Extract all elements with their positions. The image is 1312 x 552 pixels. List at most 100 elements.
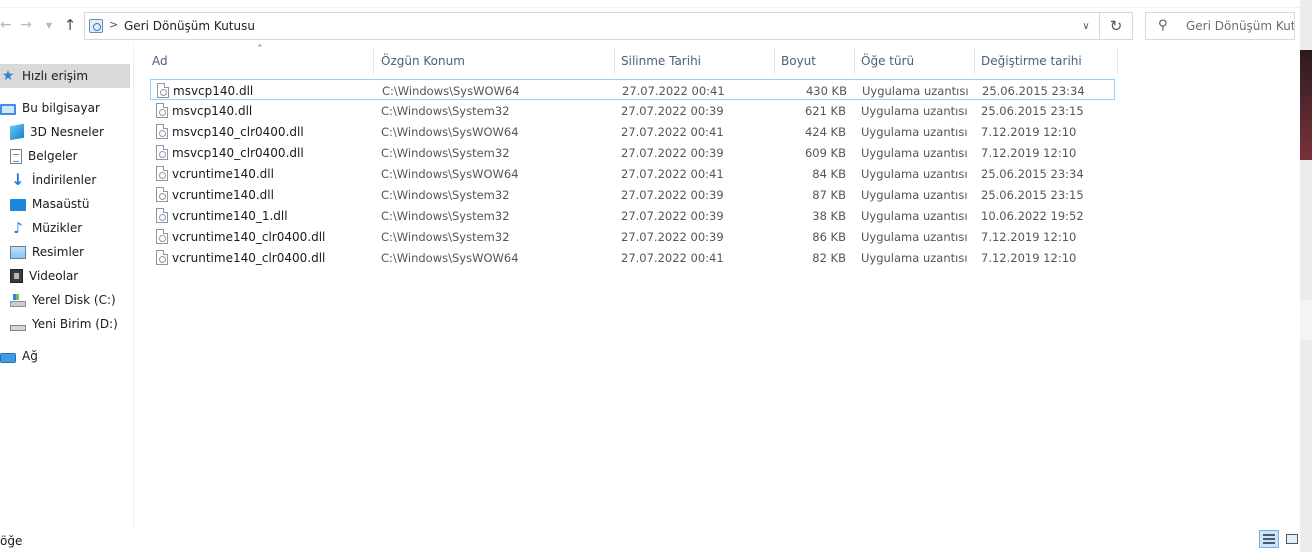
sidebar-item-label: 3D Nesneler — [30, 125, 104, 139]
table-row[interactable]: vcruntime140.dll C:\Windows\SysWOW64 27.07… — [150, 163, 1115, 184]
column-headers: ⌃ Ad Özgün Konum Silinme Tarihi Boyut Öğ… — [146, 44, 1118, 74]
search-box[interactable]: ⚲ Geri Dönüşüm Kut... — [1145, 12, 1295, 40]
table-row[interactable]: msvcp140_clr0400.dll C:\Windows\System32 2… — [150, 142, 1115, 163]
search-icon: ⚲ — [1158, 18, 1168, 33]
file-original-location: C:\Windows\SysWOW64 — [382, 83, 520, 98]
sidebar-item-music[interactable]: ♪ Müzikler — [0, 216, 130, 240]
file-original-location: C:\Windows\System32 — [381, 187, 510, 202]
column-header-size[interactable]: Boyut — [775, 48, 855, 74]
table-row[interactable]: msvcp140_clr0400.dll C:\Windows\SysWOW64 2… — [150, 121, 1115, 142]
file-original-location: C:\Windows\System32 — [381, 229, 510, 244]
recycle-bin-icon — [89, 19, 103, 33]
table-row[interactable]: msvcp140.dll C:\Windows\SysWOW64 27.07.202… — [150, 79, 1115, 100]
address-path[interactable]: Geri Dönüşüm Kutusu — [124, 19, 255, 33]
path-separator-icon[interactable]: > — [109, 18, 118, 31]
file-size: 621 KB — [804, 103, 846, 118]
file-item-type: Uygulama uzantısı — [861, 187, 968, 202]
dll-file-icon — [156, 124, 168, 139]
refresh-button[interactable]: ↻ — [1100, 12, 1133, 40]
file-explorer-window: ← → ▼ ↑ > Geri Dönüşüm Kutusu ∨ ↻ ⚲ Geri… — [0, 0, 1312, 552]
sidebar-item-label: Hızlı erişim — [22, 69, 89, 83]
table-row[interactable]: vcruntime140_clr0400.dll C:\Windows\SysWO… — [150, 247, 1115, 268]
sidebar-item-videos[interactable]: Videolar — [0, 264, 130, 288]
file-date-modified: 10.06.2022 19:52 — [981, 208, 1084, 223]
star-icon: ★ — [1, 68, 15, 84]
file-size: 86 KB — [812, 229, 846, 244]
file-name[interactable]: vcruntime140_1.dll — [172, 205, 372, 226]
file-size: 430 KB — [805, 83, 847, 98]
table-row[interactable]: vcruntime140_clr0400.dll C:\Windows\Syste… — [150, 226, 1115, 247]
sidebar-item-network[interactable]: Ağ — [0, 344, 130, 368]
file-date-modified: 7.12.2019 12:10 — [981, 145, 1077, 160]
table-row[interactable]: msvcp140.dll C:\Windows\System32 27.07.202… — [150, 100, 1115, 121]
column-header-item-type[interactable]: Öğe türü — [855, 48, 975, 74]
file-original-location: C:\Windows\System32 — [381, 145, 510, 160]
back-arrow-icon[interactable]: ← — [0, 8, 12, 42]
recent-locations-chevron-icon[interactable]: ▼ — [42, 8, 56, 42]
address-bar[interactable]: > Geri Dönüşüm Kutusu ∨ — [84, 12, 1100, 40]
file-date-modified: 7.12.2019 12:10 — [981, 250, 1077, 265]
file-name[interactable]: vcruntime140_clr0400.dll — [172, 247, 372, 268]
file-name[interactable]: msvcp140.dll — [173, 80, 373, 101]
column-header-date-deleted[interactable]: Silinme Tarihi — [615, 48, 775, 74]
document-icon — [10, 148, 22, 164]
file-original-location: C:\Windows\SysWOW64 — [381, 166, 519, 181]
file-size: 38 KB — [812, 208, 846, 223]
details-view-button[interactable] — [1259, 530, 1279, 548]
forward-arrow-icon[interactable]: → — [16, 8, 36, 42]
table-row[interactable]: vcruntime140.dll C:\Windows\System32 27.07… — [150, 184, 1115, 205]
address-dropdown-chevron-icon[interactable]: ∨ — [1073, 13, 1099, 39]
desktop-icon — [10, 199, 26, 211]
sidebar-item-local-disk-c[interactable]: Yerel Disk (C:) — [0, 288, 130, 312]
file-original-location: C:\Windows\System32 — [381, 208, 510, 223]
file-item-type: Uygulama uzantısı — [861, 250, 968, 265]
file-date-deleted: 27.07.2022 00:39 — [621, 208, 724, 223]
file-item-type: Uygulama uzantısı — [861, 103, 968, 118]
column-header-original-location[interactable]: Özgün Konum — [375, 48, 615, 74]
sidebar-item-label: Yerel Disk (C:) — [32, 293, 116, 307]
file-item-type: Uygulama uzantısı — [861, 229, 968, 244]
file-date-deleted: 27.07.2022 00:41 — [621, 166, 724, 181]
disk-icon — [10, 294, 26, 307]
sidebar-item-label: Masaüstü — [32, 197, 90, 211]
dll-file-icon — [157, 83, 169, 98]
file-item-type: Uygulama uzantısı — [861, 145, 968, 160]
sidebar-item-label: Ağ — [22, 349, 38, 363]
background-window-fragment — [1300, 50, 1312, 160]
file-size: 609 KB — [804, 145, 846, 160]
column-header-name[interactable]: Ad — [146, 48, 374, 74]
file-name[interactable]: msvcp140_clr0400.dll — [172, 142, 372, 163]
large-icons-view-button[interactable] — [1282, 530, 1302, 548]
sidebar-item-desktop[interactable]: Masaüstü — [0, 192, 130, 216]
sidebar-item-label: Videolar — [29, 269, 79, 283]
file-name[interactable]: msvcp140.dll — [172, 100, 372, 121]
file-name[interactable]: msvcp140_clr0400.dll — [172, 121, 372, 142]
sidebar-item-documents[interactable]: Belgeler — [0, 144, 130, 168]
up-arrow-icon[interactable]: ↑ — [60, 8, 80, 42]
sidebar-item-new-volume-d[interactable]: Yeni Birim (D:) — [0, 312, 130, 336]
file-name[interactable]: vcruntime140.dll — [172, 163, 372, 184]
sidebar-item-pictures[interactable]: Resimler — [0, 240, 130, 264]
dll-file-icon — [156, 103, 168, 118]
sidebar-item-label: Resimler — [32, 245, 85, 259]
music-icon: ♪ — [13, 219, 23, 237]
large-icons-view-icon — [1286, 534, 1298, 544]
status-item-count: öğe — [0, 534, 23, 548]
file-date-deleted: 27.07.2022 00:39 — [621, 103, 724, 118]
sidebar-item-downloads[interactable]: ↓ İndirilenler — [0, 168, 130, 192]
file-size: 424 KB — [804, 124, 846, 139]
table-row[interactable]: vcruntime140_1.dll C:\Windows\System32 27.… — [150, 205, 1115, 226]
file-name[interactable]: vcruntime140_clr0400.dll — [172, 226, 372, 247]
search-placeholder[interactable]: Geri Dönüşüm Kut... — [1186, 19, 1294, 33]
sidebar-item-this-pc[interactable]: Bu bilgisayar — [0, 96, 130, 120]
sidebar-item-quick-access[interactable]: ★ Hızlı erişim — [0, 64, 130, 88]
sidebar-item-3d-objects[interactable]: 3D Nesneler — [0, 120, 130, 144]
dll-file-icon — [156, 208, 168, 223]
file-original-location: C:\Windows\System32 — [381, 103, 510, 118]
navigation-bar: ← → ▼ ↑ > Geri Dönüşüm Kutusu ∨ ↻ ⚲ Geri… — [0, 8, 1300, 42]
column-header-date-modified[interactable]: Değiştirme tarihi — [975, 48, 1118, 74]
dll-file-icon — [156, 187, 168, 202]
sidebar-item-label: Belgeler — [28, 149, 78, 163]
file-item-type: Uygulama uzantısı — [861, 208, 968, 223]
file-name[interactable]: vcruntime140.dll — [172, 184, 372, 205]
